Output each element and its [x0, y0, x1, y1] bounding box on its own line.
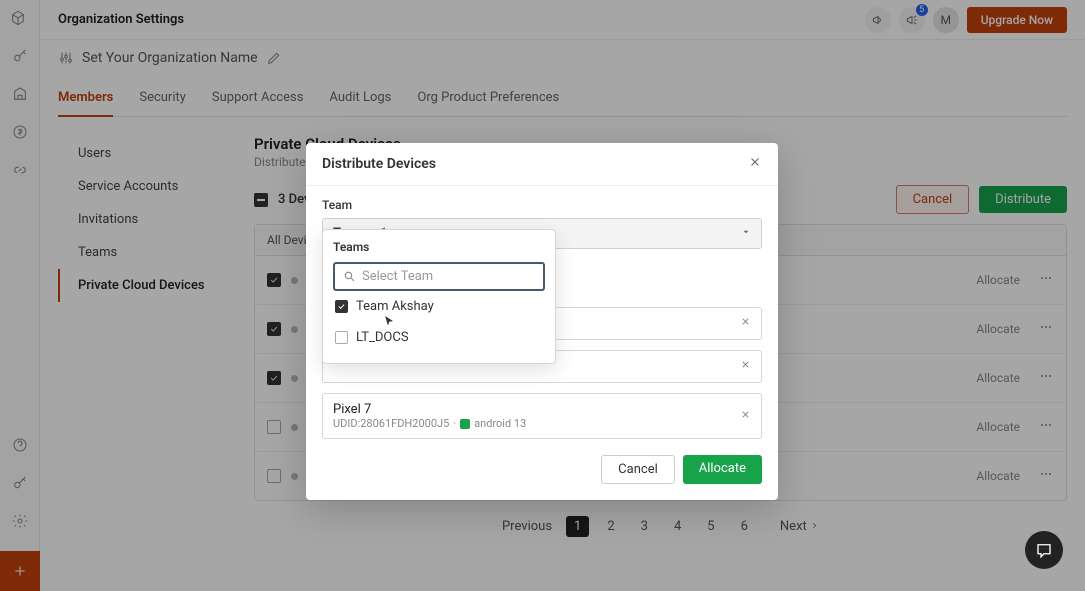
modal-allocate-button[interactable]: Allocate — [683, 455, 762, 484]
modal-title: Distribute Devices — [322, 156, 436, 172]
modal-cancel-button[interactable]: Cancel — [601, 455, 675, 484]
remove-device-button[interactable] — [740, 409, 751, 424]
team-dropdown: Teams Select Team Team AkshayLT_DOCS — [322, 229, 556, 364]
search-icon — [343, 270, 356, 283]
team-search-input[interactable]: Select Team — [333, 262, 545, 291]
team-option[interactable]: Team Akshay — [333, 291, 545, 322]
cursor-icon — [383, 315, 395, 327]
chat-fab[interactable] — [1025, 531, 1063, 569]
dropdown-title: Teams — [333, 240, 545, 254]
search-placeholder: Select Team — [362, 269, 433, 284]
remove-device-button[interactable] — [740, 359, 751, 374]
chevron-down-icon — [741, 226, 751, 241]
distribute-modal: Distribute Devices Team Teams 1 Pixel 7 … — [306, 143, 778, 500]
selected-device: Pixel 7 UDID:28061FDH2000J5 ·android 13 — [322, 393, 762, 439]
android-icon — [460, 419, 470, 429]
team-label: Team — [322, 198, 762, 212]
remove-device-button[interactable] — [740, 316, 751, 331]
close-button[interactable] — [748, 155, 762, 173]
team-option[interactable]: LT_DOCS — [333, 322, 545, 353]
